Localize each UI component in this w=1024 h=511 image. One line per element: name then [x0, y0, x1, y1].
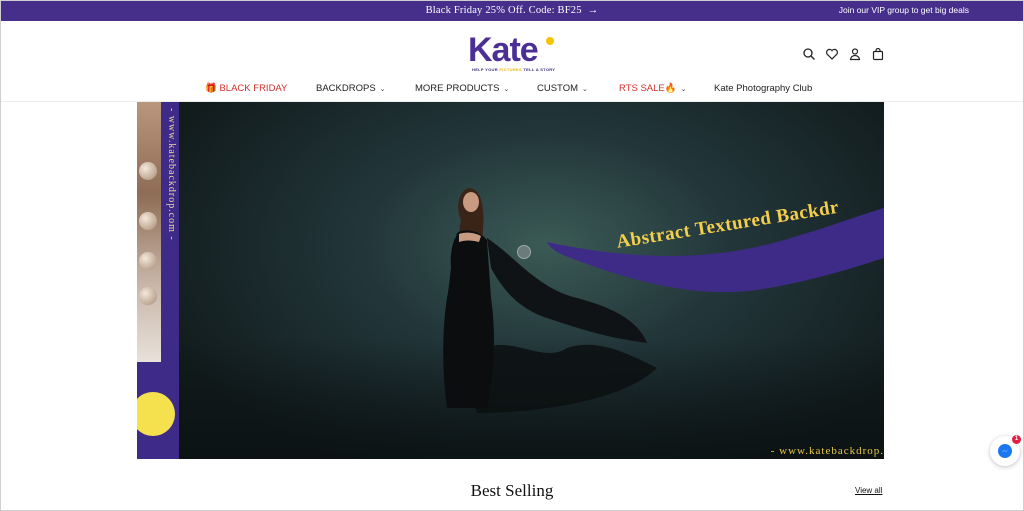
model-photo [407, 168, 667, 438]
logo-tagline: HELP YOUR PICTURES TELL A STORY [472, 67, 556, 72]
header-icons [802, 47, 885, 61]
vip-link[interactable]: Join our VIP group to get big deals [839, 0, 969, 21]
messenger-icon[interactable] [998, 444, 1012, 458]
site-header: Kate HELP YOUR PICTURES TELL A STORY 🎁 B… [0, 21, 1024, 102]
chevron-down-icon: ⌄ [582, 86, 588, 93]
hero-vertical-url: - www.katebackdrop.com - [166, 108, 177, 241]
search-icon[interactable] [802, 47, 816, 61]
messenger-chat-button[interactable]: 1 [990, 435, 1021, 466]
nav-item-custom[interactable]: CUSTOM ⌄ [537, 83, 588, 96]
hero-banner[interactable]: - www.katebackdrop.com - Abstract Textur… [137, 102, 884, 459]
announcement-bar: Black Friday 25% Off. Code: BF25 → Join o… [0, 0, 1024, 21]
nav-item-black-friday[interactable]: 🎁 BLACK FRIDAY [205, 83, 287, 95]
notification-badge: 1 [1012, 435, 1021, 444]
nav-item-rts-sale[interactable]: RTS SALE🔥 ⌄ [619, 83, 686, 96]
heart-icon[interactable] [825, 47, 839, 61]
nav-item-backdrops[interactable]: BACKDROPS ⌄ [316, 83, 386, 96]
arrow-right-icon[interactable]: → [588, 5, 599, 16]
nav-item-more-products[interactable]: MORE PRODUCTS ⌄ [415, 83, 509, 96]
logo-dot-icon [546, 37, 554, 45]
promo-text[interactable]: Black Friday 25% Off. Code: BF25 [426, 5, 582, 16]
view-all-link[interactable]: View all [855, 486, 882, 495]
hero-bottom-url: - www.katebackdrop. [770, 445, 884, 457]
main-nav: 🎁 BLACK FRIDAY BACKDROPS ⌄ MORE PRODUCTS ⌄… [0, 83, 1024, 97]
cart-icon[interactable] [871, 47, 885, 61]
pearl-photo [137, 102, 161, 362]
account-icon[interactable] [848, 47, 862, 61]
chevron-down-icon: ⌄ [503, 86, 510, 93]
chevron-down-icon: ⌄ [680, 86, 687, 93]
kate-logo[interactable]: Kate HELP YOUR PICTURES TELL A STORY [468, 33, 556, 75]
logo-wordmark[interactable]: Kate [468, 33, 554, 67]
watermark-icon [517, 245, 531, 259]
chevron-down-icon: ⌄ [379, 86, 386, 93]
nav-item-photography-club[interactable]: Kate Photography Club [714, 83, 812, 95]
